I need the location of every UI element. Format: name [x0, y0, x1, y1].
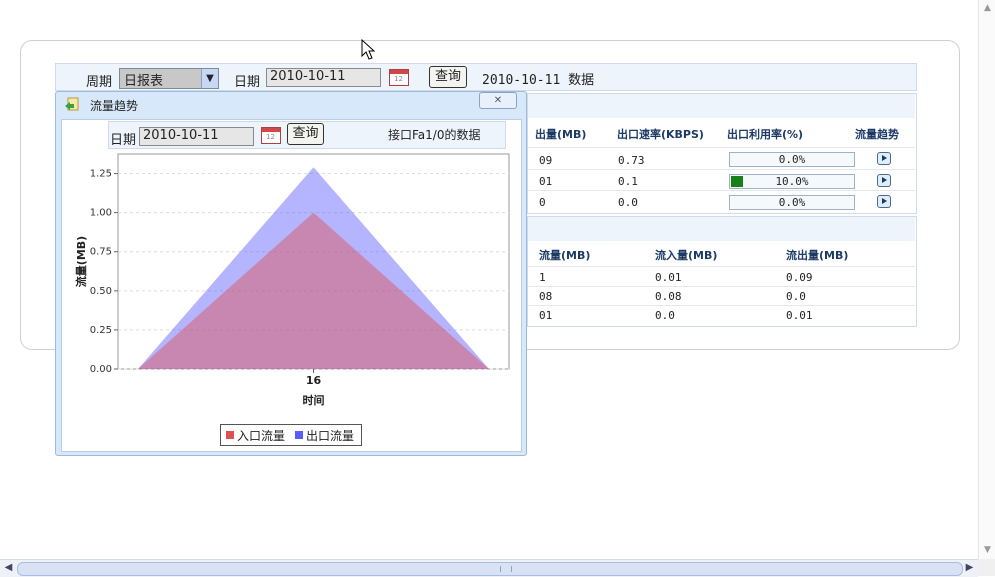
- table2-caption-bar: [528, 217, 915, 241]
- scroll-down-arrow-icon[interactable]: ▼: [981, 544, 994, 557]
- table-divider: [528, 286, 915, 287]
- period-label: 周期: [86, 75, 113, 90]
- table1-header-rate: 出口速率(KBPS): [617, 128, 704, 141]
- table2-cell: 01: [539, 309, 553, 322]
- y-tick-label: 0.25: [90, 325, 112, 336]
- popup-title: 流量趋势: [90, 99, 139, 113]
- table2-cell: 0.0: [786, 290, 806, 303]
- table1-header-trend: 流量趋势: [855, 128, 899, 141]
- popup-calendar-icon[interactable]: 12: [261, 127, 281, 144]
- popup-date-input[interactable]: 2010-10-11: [139, 127, 254, 146]
- scroll-right-arrow-icon[interactable]: ▶: [962, 561, 977, 575]
- trend-play-icon[interactable]: [877, 152, 891, 165]
- calendar-icon[interactable]: 12: [389, 69, 409, 86]
- x-axis-label: 时间: [303, 393, 325, 407]
- period-select-value: 日报表: [124, 74, 164, 89]
- query-button[interactable]: 查询: [429, 66, 467, 88]
- table1-cell-out: 01: [539, 175, 553, 188]
- table2-cell: 1: [539, 271, 546, 284]
- table-divider: [528, 305, 915, 306]
- table2-header-in: 流入量(MB): [655, 249, 718, 262]
- period-select[interactable]: 日报表 ▼: [119, 68, 219, 89]
- trend-play-icon[interactable]: [877, 174, 891, 187]
- table-divider: [528, 147, 915, 148]
- table1-header-out: 出量(MB): [535, 128, 587, 141]
- table-divider: [528, 266, 915, 267]
- legend-label-out: 出口流量: [306, 429, 355, 443]
- table1-cell-rate: 0.0: [618, 196, 638, 209]
- table1-cell-rate: 0.1: [618, 175, 638, 188]
- y-tick-label: 0.00: [90, 364, 112, 375]
- legend-swatch-in: [226, 431, 234, 439]
- result-title: 2010-10-11 数据: [482, 73, 595, 88]
- horizontal-scrollbar[interactable]: ◀ ▶: [0, 559, 978, 577]
- popup-date-label: 日期: [110, 133, 137, 148]
- table2-cell: 0.09: [786, 271, 813, 284]
- scrollbar-corner: [978, 559, 995, 576]
- util-bar: 10.0%: [729, 174, 855, 189]
- trend-window-icon: [65, 97, 79, 111]
- table-divider: [528, 169, 915, 170]
- table2-cell: 0.01: [786, 309, 813, 322]
- horizontal-scroll-thumb[interactable]: [17, 562, 963, 576]
- vertical-scrollbar[interactable]: ▲ ▼: [978, 0, 995, 559]
- table1-cell-out: 0: [539, 196, 546, 209]
- y-tick-label: 1.00: [90, 208, 112, 219]
- table2-cell: 08: [539, 290, 553, 303]
- table1-caption-bar: [528, 94, 915, 118]
- popup-query-button[interactable]: 查询: [287, 123, 324, 145]
- chevron-down-icon[interactable]: ▼: [201, 69, 218, 88]
- table-divider: [528, 190, 915, 191]
- date-label: 日期: [234, 75, 261, 90]
- mouse-cursor-icon: [361, 39, 375, 60]
- y-axis-label: 流量(MB): [74, 236, 88, 287]
- table2-cell: 0.0: [655, 309, 675, 322]
- scroll-up-arrow-icon[interactable]: ▲: [981, 2, 994, 15]
- table2-header-out: 流出量(MB): [786, 249, 849, 262]
- util-bar: 0.0%: [729, 152, 855, 167]
- y-tick-label: 1.25: [90, 169, 112, 180]
- table1-cell-rate: 0.73: [618, 154, 645, 167]
- table2-header-total: 流量(MB): [539, 249, 591, 262]
- traffic-area-chart: 0.00 0.25 0.50 0.75 1.00 1.25 16 时间 流量(MB): [74, 153, 510, 407]
- date-input[interactable]: 2010-10-11: [266, 68, 381, 87]
- y-tick-label: 0.75: [90, 247, 112, 258]
- table1-cell-out: 09: [539, 154, 553, 167]
- y-tick-label: 0.50: [90, 286, 112, 297]
- interface-text: 接口Fa1/0的数据: [388, 128, 481, 142]
- util-bar: 0.0%: [729, 195, 855, 210]
- table1-header-util: 出口利用率(%): [727, 128, 804, 141]
- x-tick-label: 16: [306, 374, 322, 387]
- legend-swatch-out: [295, 431, 303, 439]
- close-icon[interactable]: ✕: [479, 92, 517, 109]
- scroll-grip-icon: [500, 566, 512, 572]
- scroll-left-arrow-icon[interactable]: ◀: [1, 561, 16, 575]
- legend-label-in: 入口流量: [237, 429, 286, 443]
- chart-legend: 入口流量 出口流量: [220, 424, 362, 446]
- util-bar-percent: 10.0%: [775, 175, 809, 188]
- util-bar-percent: 0.0%: [778, 153, 806, 166]
- util-bar-percent: 0.0%: [778, 196, 806, 209]
- table2-cell: 0.08: [655, 290, 682, 303]
- table2-cell: 0.01: [655, 271, 682, 284]
- trend-play-icon[interactable]: [877, 195, 891, 208]
